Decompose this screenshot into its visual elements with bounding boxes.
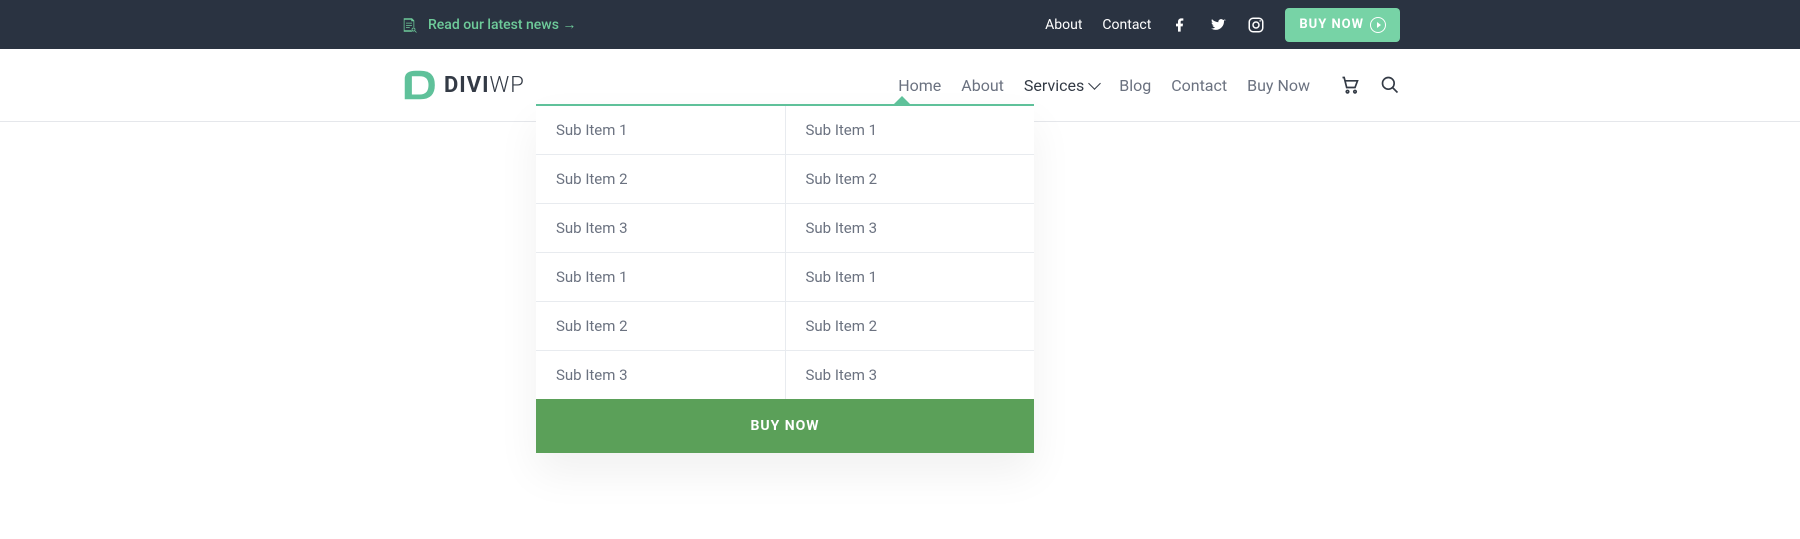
news-link[interactable]: Read our latest news → [428, 16, 576, 33]
top-bar-inner: Read our latest news → About Contact BUY… [400, 0, 1400, 49]
top-bar-left: Read our latest news → [400, 16, 1045, 34]
facebook-icon[interactable] [1171, 16, 1189, 34]
dropdown-item[interactable]: Sub Item 1 [786, 106, 1035, 155]
play-circle-icon [1370, 17, 1386, 33]
dropdown-item[interactable]: Sub Item 1 [786, 253, 1035, 302]
nav-services-label: Services [1024, 76, 1084, 95]
dropdown-item[interactable]: Sub Item 2 [786, 155, 1035, 204]
chevron-down-icon [1088, 77, 1101, 90]
nav-blog[interactable]: Blog [1119, 76, 1151, 95]
twitter-icon[interactable] [1209, 16, 1227, 34]
logo-mark-icon [400, 66, 438, 104]
dropdown-item[interactable]: Sub Item 3 [786, 351, 1035, 399]
dropdown-item[interactable]: Sub Item 2 [536, 302, 785, 351]
dropdown-item[interactable]: Sub Item 2 [786, 302, 1035, 351]
logo[interactable]: DIVIWP [400, 66, 525, 104]
dropdown-col-1: Sub Item 1 Sub Item 2 Sub Item 3 Sub Ite… [536, 106, 786, 399]
dropdown-item[interactable]: Sub Item 1 [536, 253, 785, 302]
dropdown-item[interactable]: Sub Item 3 [786, 204, 1035, 253]
dropdown-item[interactable]: Sub Item 3 [536, 204, 785, 253]
dropdown-item[interactable]: Sub Item 3 [536, 351, 785, 399]
top-bar-right: About Contact BUY NOW [1045, 8, 1400, 42]
nav-about[interactable]: About [961, 76, 1004, 95]
dropdown-item[interactable]: Sub Item 2 [536, 155, 785, 204]
buy-now-top-button[interactable]: BUY NOW [1285, 8, 1400, 42]
topbar-contact-link[interactable]: Contact [1102, 17, 1151, 33]
nav-contact[interactable]: Contact [1171, 76, 1227, 95]
instagram-icon[interactable] [1247, 16, 1265, 34]
dropdown-col-2: Sub Item 1 Sub Item 2 Sub Item 3 Sub Ite… [786, 106, 1035, 399]
dropdown-buy-now-button[interactable]: BUY NOW [536, 399, 1034, 453]
cart-icon[interactable] [1340, 75, 1360, 95]
top-bar: Read our latest news → About Contact BUY… [0, 0, 1800, 49]
topbar-about-link[interactable]: About [1045, 17, 1082, 33]
dropdown-grid: Sub Item 1 Sub Item 2 Sub Item 3 Sub Ite… [536, 106, 1034, 399]
search-icon[interactable] [1380, 75, 1400, 95]
services-dropdown: Sub Item 1 Sub Item 2 Sub Item 3 Sub Ite… [536, 104, 1034, 453]
dropdown-item[interactable]: Sub Item 1 [536, 106, 785, 155]
logo-thin: WP [490, 73, 525, 98]
nav-links: Home About Services Blog Contact Buy Now [898, 75, 1400, 95]
logo-bold: DIVI [444, 73, 490, 98]
nav-buy-now[interactable]: Buy Now [1247, 76, 1310, 95]
logo-text: DIVIWP [444, 73, 525, 98]
nav-home[interactable]: Home [898, 76, 941, 95]
news-icon [400, 16, 418, 34]
nav-services[interactable]: Services [1024, 76, 1099, 95]
buy-now-top-label: BUY NOW [1299, 17, 1364, 32]
